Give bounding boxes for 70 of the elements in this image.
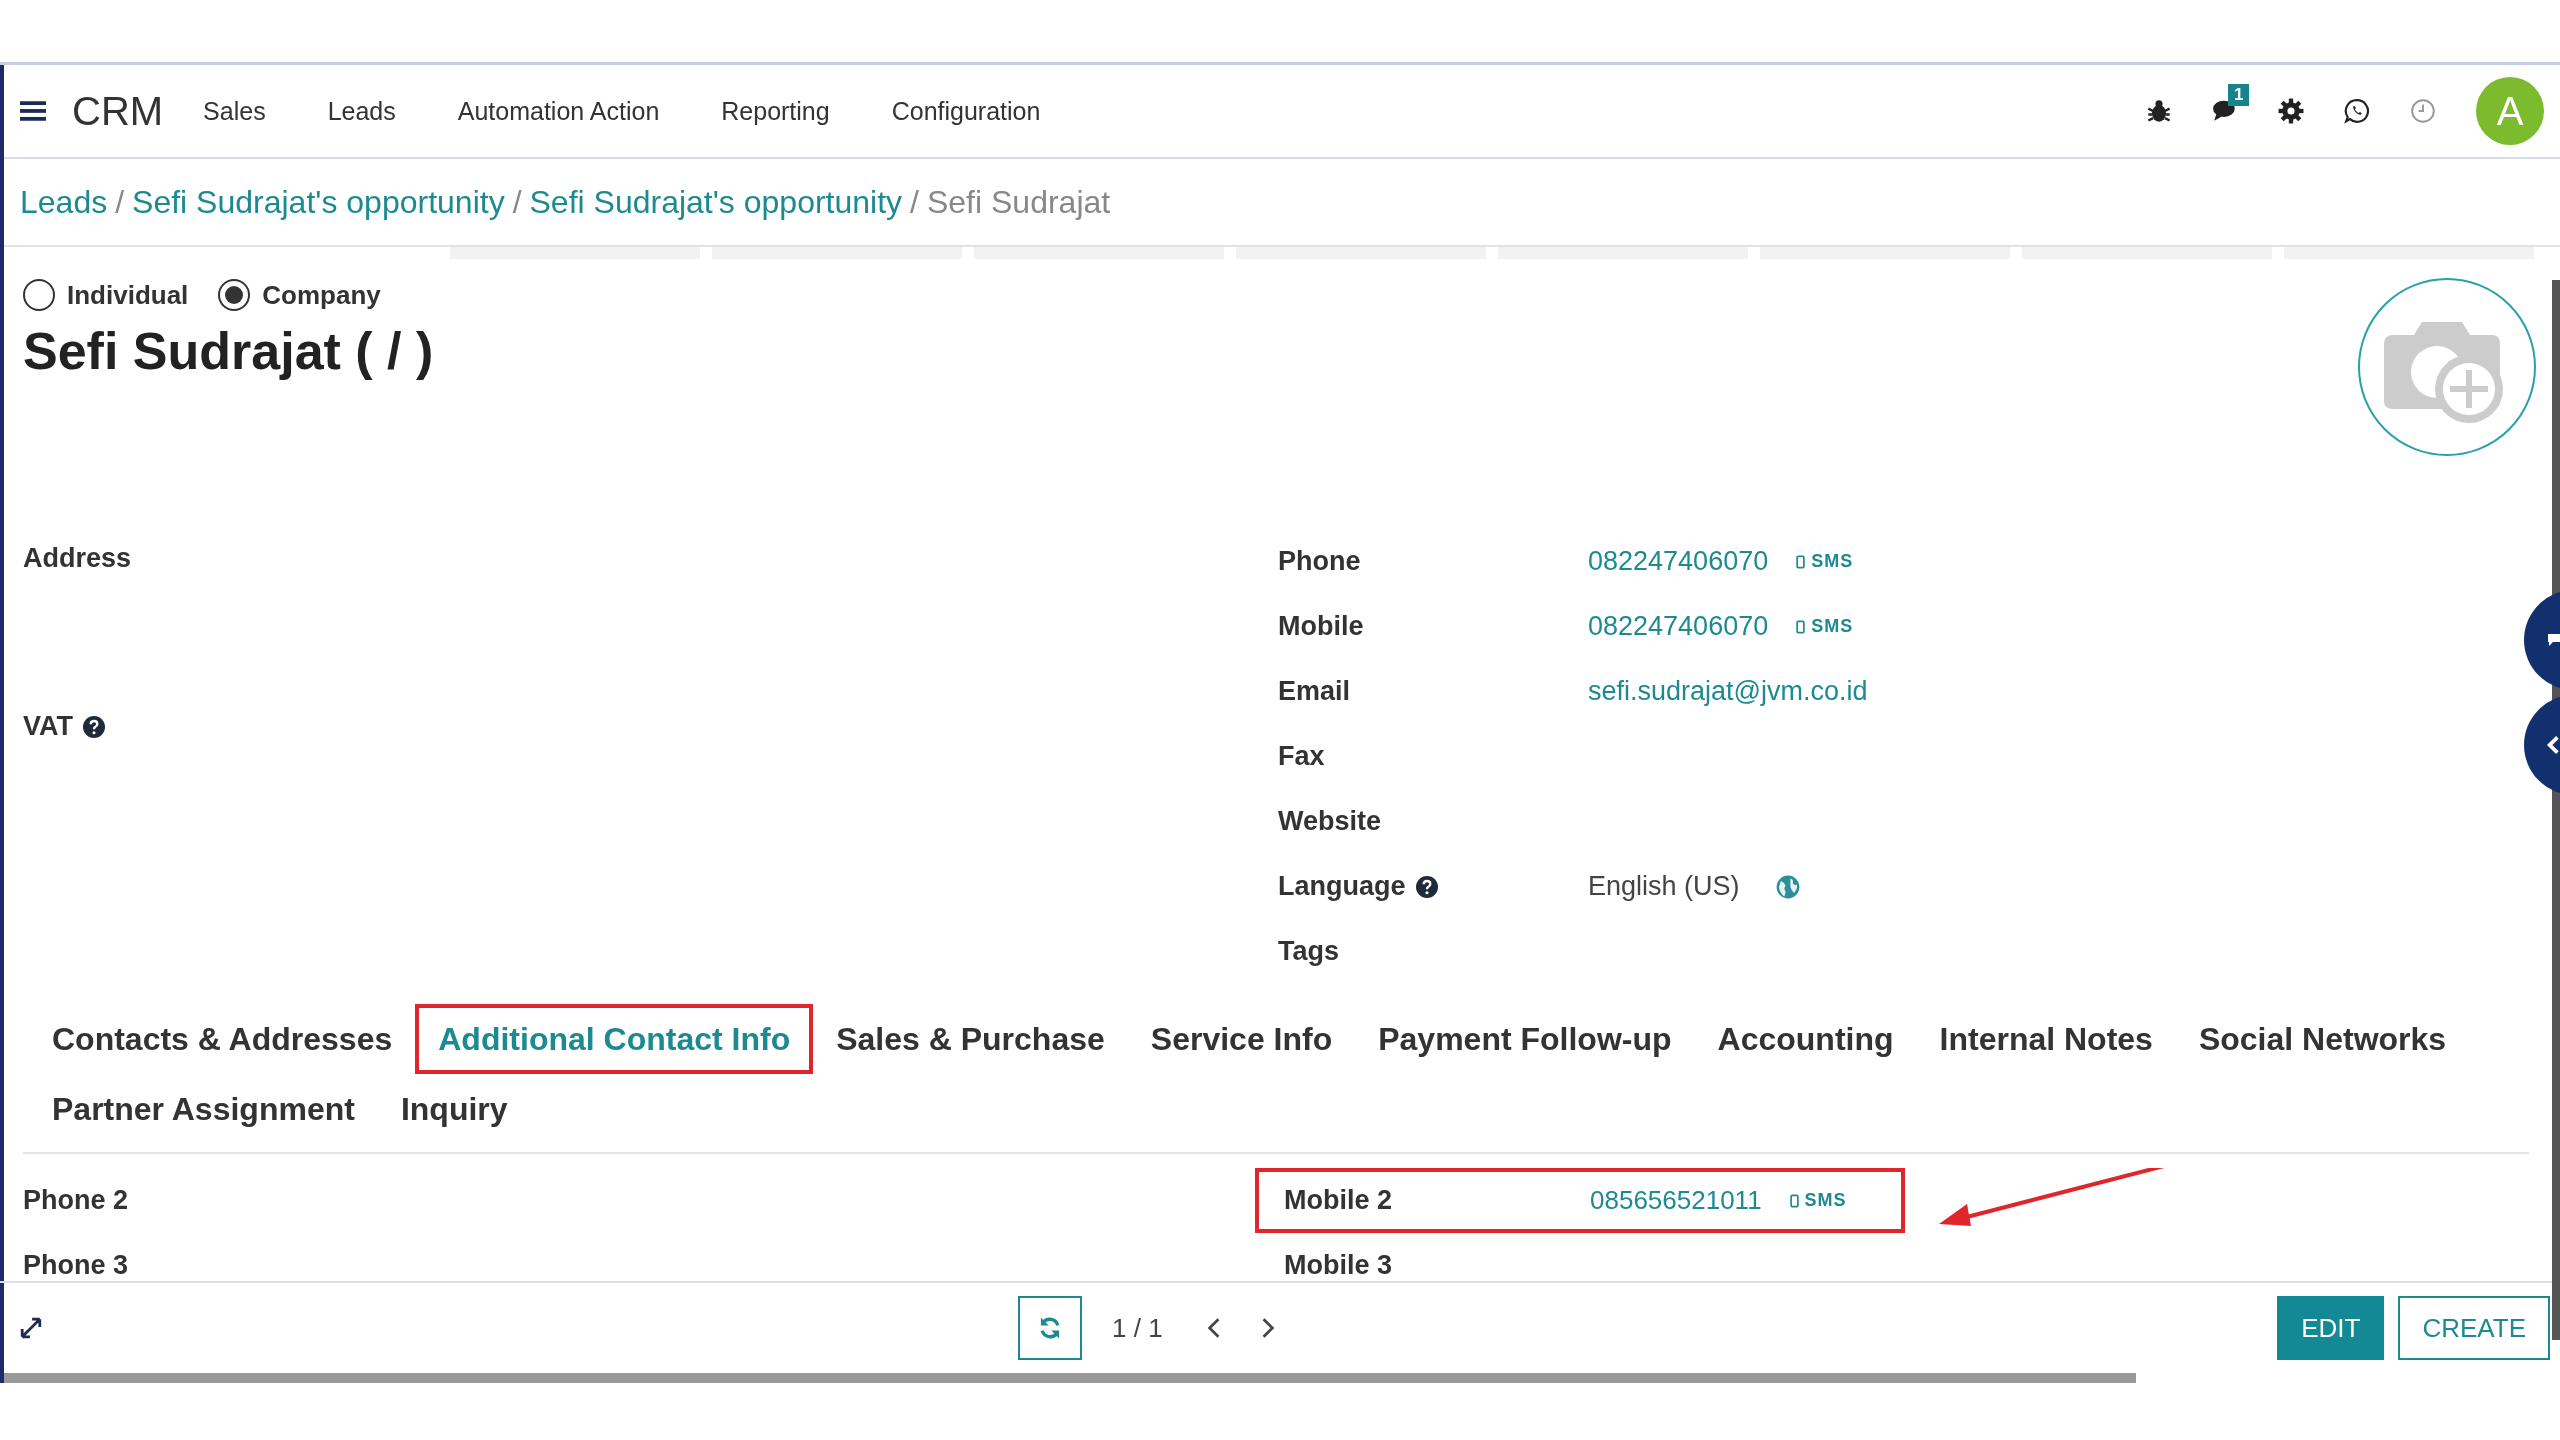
radio-option[interactable]: Individual [23, 279, 189, 311]
phone-chat-icon[interactable] [2344, 98, 2370, 124]
pager-count: 1 / 1 [1112, 1312, 1163, 1344]
create-button[interactable]: CREATE [2398, 1296, 2550, 1360]
next-icon[interactable] [1260, 1317, 1275, 1339]
breadcrumb-separator: / [512, 183, 522, 221]
breadcrumb-separator: / [115, 183, 125, 221]
expand-icon[interactable] [20, 1317, 42, 1339]
field-label: Tags [1278, 936, 1339, 967]
breadcrumb-link[interactable]: Leads [20, 183, 108, 221]
field-label: Fax [1278, 741, 1325, 772]
field-label: Phone 3 [23, 1250, 129, 1276]
breadcrumb-link[interactable]: Sefi Sudrajat's opportunity [132, 183, 505, 221]
settings-icon[interactable] [2278, 98, 2304, 124]
field-label: Mobile [1278, 611, 1364, 642]
refresh-button[interactable] [1018, 1296, 1082, 1360]
tab[interactable]: Service Info [1127, 1004, 1356, 1074]
radio-option[interactable]: Company [218, 279, 381, 311]
sms-link[interactable]: SMS [1789, 1190, 1847, 1211]
tab[interactable]: Inquiry [377, 1074, 531, 1144]
globe-icon[interactable] [1775, 874, 1800, 899]
chat-bubble-icon [2546, 632, 2560, 648]
message-count-badge: 1 [2228, 84, 2250, 106]
sms-link[interactable]: SMS [1796, 551, 1854, 572]
chat-icon[interactable] [2212, 98, 2238, 124]
help-icon[interactable] [83, 715, 105, 738]
field-value: English (US) [1588, 871, 1740, 902]
edit-button[interactable]: EDIT [2277, 1296, 2385, 1360]
breadcrumb-separator: / [910, 183, 919, 221]
field-label: Phone 2 [23, 1185, 129, 1216]
tab[interactable]: Internal Notes [1916, 1004, 2176, 1074]
field-label: Mobile 2 [1284, 1185, 1393, 1216]
tab[interactable]: Social Networks [2175, 1004, 2470, 1074]
breadcrumb-current: Sefi Sudrajat [926, 183, 1111, 221]
mobile-phone-icon [1796, 619, 1806, 634]
menu-item[interactable]: Sales [203, 96, 266, 126]
tab[interactable]: Partner Assignment [29, 1074, 378, 1144]
tab[interactable]: Accounting [1694, 1004, 1917, 1074]
menu-item[interactable]: Reporting [721, 96, 830, 126]
bug-icon[interactable] [2146, 98, 2172, 124]
field-label: VAT [23, 711, 73, 742]
add-photo-icon[interactable] [2357, 277, 2537, 457]
tab[interactable]: Sales & Purchase [813, 1004, 1128, 1074]
breadcrumb-link[interactable]: Sefi Sudrajat's opportunity [529, 183, 903, 221]
chevron-left-icon [2546, 734, 2560, 756]
sms-link[interactable]: SMS [1796, 616, 1854, 637]
help-icon[interactable] [1415, 875, 1438, 898]
email-link[interactable]: sefi.sudrajat@jvm.co.id [1588, 676, 1868, 707]
menu-item[interactable]: Configuration [891, 96, 1041, 126]
phone-link[interactable]: 085656521011 [1590, 1185, 1762, 1216]
menu-icon[interactable] [20, 100, 46, 122]
menu-item[interactable]: Leads [327, 96, 396, 126]
record-title: Sefi Sudrajat ( / ) [23, 321, 434, 381]
mobile-phone-icon [1796, 554, 1806, 569]
phone-link[interactable]: 082247406070 [1588, 546, 1769, 577]
field-label: Email [1278, 676, 1351, 707]
field-label: Language [1278, 871, 1406, 902]
clock-icon[interactable] [2410, 98, 2436, 124]
field-label: Website [1278, 806, 1382, 837]
app-name[interactable]: CRM [72, 88, 164, 134]
tab[interactable]: Payment Follow-up [1355, 1004, 1695, 1074]
menu-item[interactable]: Automation Action [457, 96, 660, 126]
field-label: Mobile 3 [1284, 1250, 1393, 1276]
previous-icon[interactable] [1206, 1317, 1221, 1339]
phone-link[interactable]: 082247406070 [1588, 611, 1769, 642]
tab[interactable]: Additional Contact Info [415, 1004, 814, 1074]
tab[interactable]: Contacts & Addresses [29, 1004, 416, 1074]
mobile-phone-icon [1789, 1193, 1799, 1208]
field-label: Phone [1278, 546, 1361, 577]
field-label: Address [23, 543, 132, 574]
